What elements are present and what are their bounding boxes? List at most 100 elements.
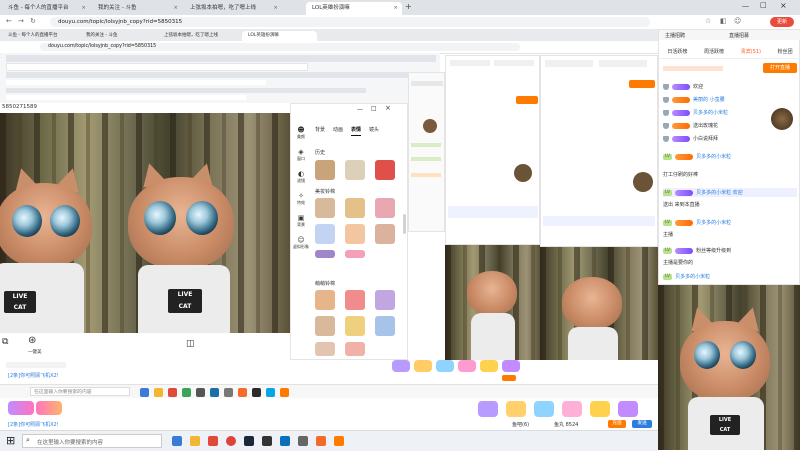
tab-vip[interactable]: 贵宾(51) [741, 48, 761, 58]
sticker-item[interactable] [375, 160, 395, 180]
minimize-icon[interactable]: — [742, 2, 749, 10]
app-icon[interactable] [210, 388, 219, 397]
browser-tab-active[interactable]: LOL英雄扮演嘛 × [306, 2, 402, 15]
scrollbar-thumb[interactable] [403, 214, 406, 234]
sticker-item[interactable] [315, 160, 335, 180]
taskbar-search[interactable]: ⌕ 在这里输入你要搜索的内容 [22, 434, 162, 448]
sticker-item[interactable] [375, 290, 395, 310]
tab-lens[interactable]: 镜头 [369, 126, 379, 136]
nested-address-bar[interactable]: douyu.com/topic/lolsyjnb_copy?rid=585031… [40, 43, 520, 51]
app-icon[interactable] [154, 388, 163, 397]
close-icon[interactable]: × [385, 104, 391, 112]
fish-bar-link[interactable]: 鱼吧(6) [512, 421, 529, 428]
browser-tab[interactable]: 上弦坂本拍嗯，吃了嗯上线 × [184, 2, 282, 15]
app-icon[interactable] [208, 436, 218, 446]
gift-item[interactable] [436, 360, 454, 372]
tab-background[interactable]: 背景 [315, 126, 325, 136]
new-tab-icon[interactable]: + [405, 2, 412, 11]
chat-text[interactable]: 贝多多的小米粒 [696, 153, 731, 160]
close-window-icon[interactable]: × [780, 1, 787, 10]
app-icon[interactable] [252, 388, 261, 397]
tool-effects[interactable]: ✧ 特效 [291, 192, 311, 214]
app-icon[interactable] [262, 436, 272, 446]
gift-item[interactable] [458, 360, 476, 372]
nested-tab-active[interactable]: LOL英雄扮演嘛 [242, 31, 317, 41]
sticker-item[interactable] [345, 316, 365, 336]
sticker-item[interactable] [375, 198, 395, 218]
sticker-item[interactable] [315, 342, 335, 356]
sticker-item[interactable] [315, 198, 335, 218]
app-icon[interactable] [168, 388, 177, 397]
gift-item[interactable] [480, 360, 498, 372]
tool-avatar[interactable]: ☺ 虚拟形象 [291, 236, 311, 258]
gift-item[interactable] [392, 360, 410, 372]
chrome-icon[interactable] [226, 436, 236, 446]
sticker-item[interactable] [315, 316, 335, 336]
app-icon[interactable] [298, 436, 308, 446]
browser-tab[interactable]: 我的关注 - 斗鱼 × [92, 2, 182, 15]
steam-icon[interactable] [244, 436, 254, 446]
beauty-icon[interactable]: ⊛ [28, 335, 36, 346]
browser-tab[interactable]: 斗鱼 - 每个人的直播平台 × [2, 2, 90, 15]
chat-text[interactable]: 贝多多的小米粒 欢迎 [696, 189, 743, 196]
windows-start-icon[interactable]: ⊞ [6, 434, 15, 447]
tab-daily-rank[interactable]: 日活跃榜 [667, 48, 687, 58]
app-icon[interactable] [238, 388, 247, 397]
gift-item[interactable] [534, 401, 554, 417]
star-icon[interactable]: ☆ [705, 17, 711, 25]
app-icon[interactable] [224, 388, 233, 397]
sticker-item[interactable] [345, 198, 365, 218]
maximize-icon[interactable]: □ [371, 105, 377, 112]
gift-item[interactable] [502, 360, 520, 372]
sticker-item[interactable] [315, 290, 335, 310]
gift-item[interactable] [414, 360, 432, 372]
sticker-item[interactable] [345, 160, 365, 180]
forward-icon[interactable]: → [18, 17, 24, 25]
tool-filter[interactable]: ◐ 滤镜 [291, 170, 311, 192]
address-bar[interactable]: douyu.com/topic/lolsyjnb_copy?rid=585031… [50, 17, 650, 27]
tab-animation[interactable]: 动画 [333, 126, 343, 136]
app-icon[interactable] [140, 388, 149, 397]
tab-fan-club[interactable]: 粉丝团 [778, 48, 793, 58]
gift-item[interactable] [506, 401, 526, 417]
close-tab-icon[interactable]: × [173, 2, 178, 15]
maximize-icon[interactable]: □ [760, 1, 767, 9]
nested-follow-button[interactable] [629, 80, 655, 88]
nested-tab[interactable]: 斗鱼 - 每个人的直播平台 [2, 31, 77, 41]
start-live-button[interactable]: 打开直播 [763, 63, 797, 73]
recharge-button[interactable]: 充值 [608, 420, 626, 428]
sticker-item[interactable] [345, 290, 365, 310]
douyu-icon[interactable] [334, 436, 344, 446]
tab-live-recruit[interactable]: 直播招募 [729, 32, 749, 39]
chat-text[interactable]: 贝多多的小米粒 [675, 273, 710, 280]
sticker-item[interactable] [345, 224, 365, 244]
tab-anchor-recruit[interactable]: 主播招聘 [665, 32, 685, 39]
camera-switch-icon[interactable]: ◫ [186, 339, 195, 349]
task-view-icon[interactable] [172, 436, 182, 446]
send-button[interactable]: 发送 [632, 420, 652, 428]
extension-icon[interactable]: ◧ [720, 17, 727, 25]
reload-icon[interactable]: ↻ [30, 17, 36, 25]
tool-window[interactable]: ◈ 窗口 [291, 148, 311, 170]
gift-item[interactable] [590, 401, 610, 417]
fan-badge-gift[interactable] [8, 401, 34, 415]
profile-icon[interactable]: ☺ [734, 17, 741, 25]
tool-beauty[interactable]: ☻ 美颜 [291, 126, 311, 148]
gift-item[interactable] [618, 401, 638, 417]
close-tab-icon[interactable]: × [393, 2, 398, 15]
back-icon[interactable]: ← [6, 17, 12, 25]
nested-follow-button[interactable] [516, 96, 538, 104]
chat-text[interactable]: 美丽的 小蛮腰 [693, 96, 725, 103]
sticker-item[interactable] [375, 224, 395, 244]
tab-weekly-rank[interactable]: 周活跃榜 [704, 48, 724, 58]
sticker-item[interactable] [375, 316, 395, 336]
sticker-item[interactable] [345, 250, 365, 258]
nested-tab[interactable]: 上弦坂本拍嗯，吃了嗯上线 [158, 31, 238, 41]
app-icon[interactable] [280, 436, 290, 446]
gift-item[interactable] [562, 401, 582, 417]
app-icon[interactable] [196, 388, 205, 397]
nested-tab[interactable]: 我的关注 - 斗鱼 [80, 31, 155, 41]
sticker-item[interactable] [345, 342, 365, 356]
chat-input[interactable]: 在这里输入你要搜索的内容 [30, 387, 130, 396]
recharge-button-mini[interactable] [502, 375, 516, 381]
